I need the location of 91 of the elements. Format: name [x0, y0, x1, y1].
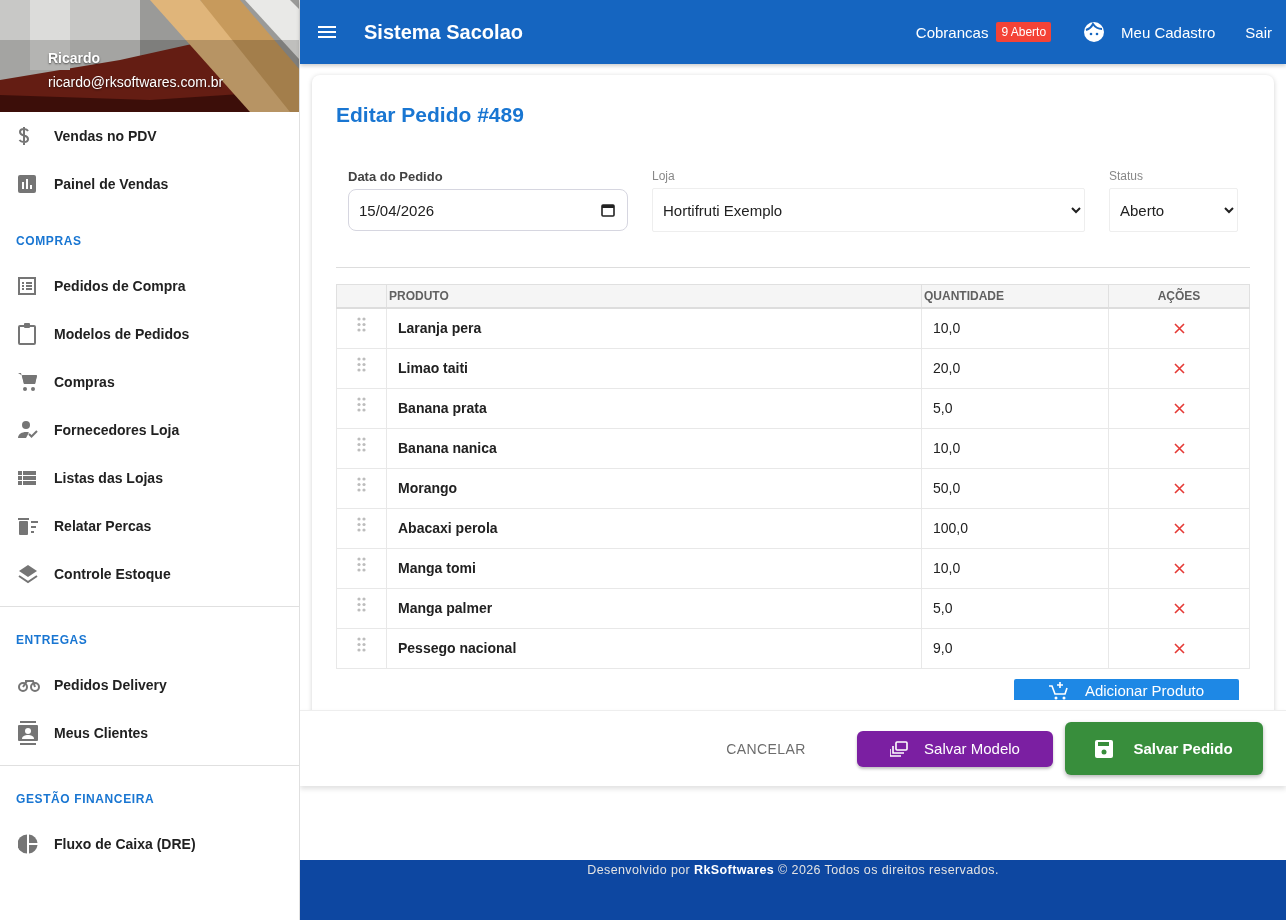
field-label: Loja — [652, 169, 676, 183]
bar-chart-icon — [18, 175, 36, 193]
field-label: Data do Pedido — [348, 169, 444, 184]
contact-icon — [18, 721, 38, 745]
menu-icon — [318, 26, 336, 38]
quantity-cell: 10,0 — [921, 548, 1109, 588]
remove-icon[interactable] — [1173, 642, 1185, 654]
save-template-button[interactable]: Salvar Modelo — [857, 730, 1053, 767]
remove-icon[interactable] — [1173, 322, 1185, 334]
column-header: QUANTIDADE — [921, 284, 1109, 308]
nav-item[interactable]: Controle Estoque — [0, 550, 299, 598]
drag-handle-icon[interactable] — [357, 356, 366, 372]
nav-item[interactable]: Painel de Vendas — [0, 160, 299, 208]
nav-item[interactable]: Fluxo de Caixa (DRE) — [0, 820, 299, 868]
copy-icon — [890, 740, 909, 757]
quantity-cell: 100,0 — [921, 508, 1109, 548]
quantity-cell: 10,0 — [921, 308, 1109, 348]
clipboard-icon — [18, 323, 36, 345]
nav-item[interactable]: Relatar Percas — [0, 502, 299, 550]
quantity-cell: 10,0 — [921, 428, 1109, 468]
nav-item[interactable]: Modelos de Pedidos — [0, 310, 299, 358]
list-icon — [18, 277, 36, 295]
open-count: 9 Aberto — [996, 22, 1052, 42]
drag-handle-icon[interactable] — [357, 636, 366, 652]
drag-handle-icon[interactable] — [357, 476, 366, 492]
cancel-button[interactable]: CANCELAR — [691, 730, 841, 767]
quantity-cell: 9,0 — [921, 628, 1109, 668]
footer-text: Desenvolvido por RkSoftwares © 2026 Todos os direitos reservados. — [587, 863, 999, 877]
product-cell: Laranja pera — [386, 308, 922, 348]
layers-icon — [18, 564, 38, 584]
section-heading: COMPRAS — [16, 234, 82, 248]
nav-item[interactable]: Pedidos Delivery — [0, 661, 299, 709]
billing-link[interactable]: Cobrancas — [915, 23, 989, 41]
add-product-button[interactable]: Adicionar Produto — [1014, 678, 1239, 700]
motorbike-icon — [18, 678, 40, 692]
page-title: Editar Pedido #489 — [336, 103, 525, 127]
drag-handle-icon[interactable] — [357, 436, 366, 452]
nav-item[interactable]: Vendas no PDV — [0, 112, 299, 160]
drag-handle-icon[interactable] — [357, 596, 366, 612]
remove-icon[interactable] — [1173, 562, 1185, 574]
floppy-icon — [1095, 739, 1114, 758]
status-select[interactable]: Aberto — [1109, 188, 1238, 232]
face-icon[interactable] — [1083, 21, 1106, 43]
remove-icon[interactable] — [1173, 402, 1185, 414]
product-cell: Banana prata — [386, 388, 922, 428]
remove-icon[interactable] — [1173, 362, 1185, 374]
trash-icon — [18, 517, 38, 535]
nav-item[interactable]: Meus Clientes — [0, 709, 299, 757]
drag-handle-icon[interactable] — [357, 556, 366, 572]
product-cell: Pessego nacional — [386, 628, 922, 668]
product-cell: Manga tomi — [386, 548, 922, 588]
section-heading: ENTREGAS — [16, 633, 88, 647]
product-cell: Banana nanica — [386, 428, 922, 468]
user-email: ricardo@rksoftwares.com.br — [48, 74, 224, 90]
save-order-button[interactable]: Salvar Pedido — [1065, 722, 1263, 775]
user-name: Ricardo — [48, 50, 102, 66]
product-cell: Abacaxi perola — [386, 508, 922, 548]
cart-icon — [18, 372, 38, 392]
nav-item[interactable]: Listas das Lojas — [0, 454, 299, 502]
pie-chart-icon — [18, 834, 38, 854]
profile-link[interactable]: Meu Cadastro — [1121, 23, 1216, 41]
drag-handle-icon[interactable] — [357, 516, 366, 532]
remove-icon[interactable] — [1173, 442, 1185, 454]
quantity-cell: 20,0 — [921, 348, 1109, 388]
date-input[interactable]: 15/04/2026 — [348, 189, 628, 231]
list-icon — [18, 471, 36, 485]
quantity-cell: 5,0 — [921, 588, 1109, 628]
app-title: Sistema Sacolao — [364, 20, 523, 44]
drag-handle-icon[interactable] — [357, 316, 366, 332]
remove-icon[interactable] — [1173, 482, 1185, 494]
nav-item[interactable]: Fornecedores Loja — [0, 406, 299, 454]
dollar-icon — [18, 126, 30, 146]
field-label: Status — [1109, 169, 1145, 183]
quantity-cell: 50,0 — [921, 468, 1109, 508]
column-header: PRODUTO — [386, 284, 922, 308]
person-check-icon — [18, 421, 38, 439]
store-select[interactable]: Hortifruti Exemplo — [652, 188, 1085, 232]
product-cell: Morango — [386, 468, 922, 508]
remove-icon[interactable] — [1173, 522, 1185, 534]
product-cell: Manga palmer — [386, 588, 922, 628]
logout-link[interactable]: Sair — [1245, 23, 1272, 41]
column-header: AÇÕES — [1108, 284, 1250, 308]
section-heading: GESTÃO FINANCEIRA — [16, 792, 155, 806]
nav-item[interactable]: Compras — [0, 358, 299, 406]
nav-item[interactable]: Pedidos de Compra — [0, 262, 299, 310]
remove-icon[interactable] — [1173, 602, 1185, 614]
cart-plus-icon — [1048, 681, 1069, 700]
product-cell: Limao taiti — [386, 348, 922, 388]
quantity-cell: 5,0 — [921, 388, 1109, 428]
drag-handle-icon[interactable] — [357, 396, 366, 412]
calendar-icon — [601, 203, 615, 217]
